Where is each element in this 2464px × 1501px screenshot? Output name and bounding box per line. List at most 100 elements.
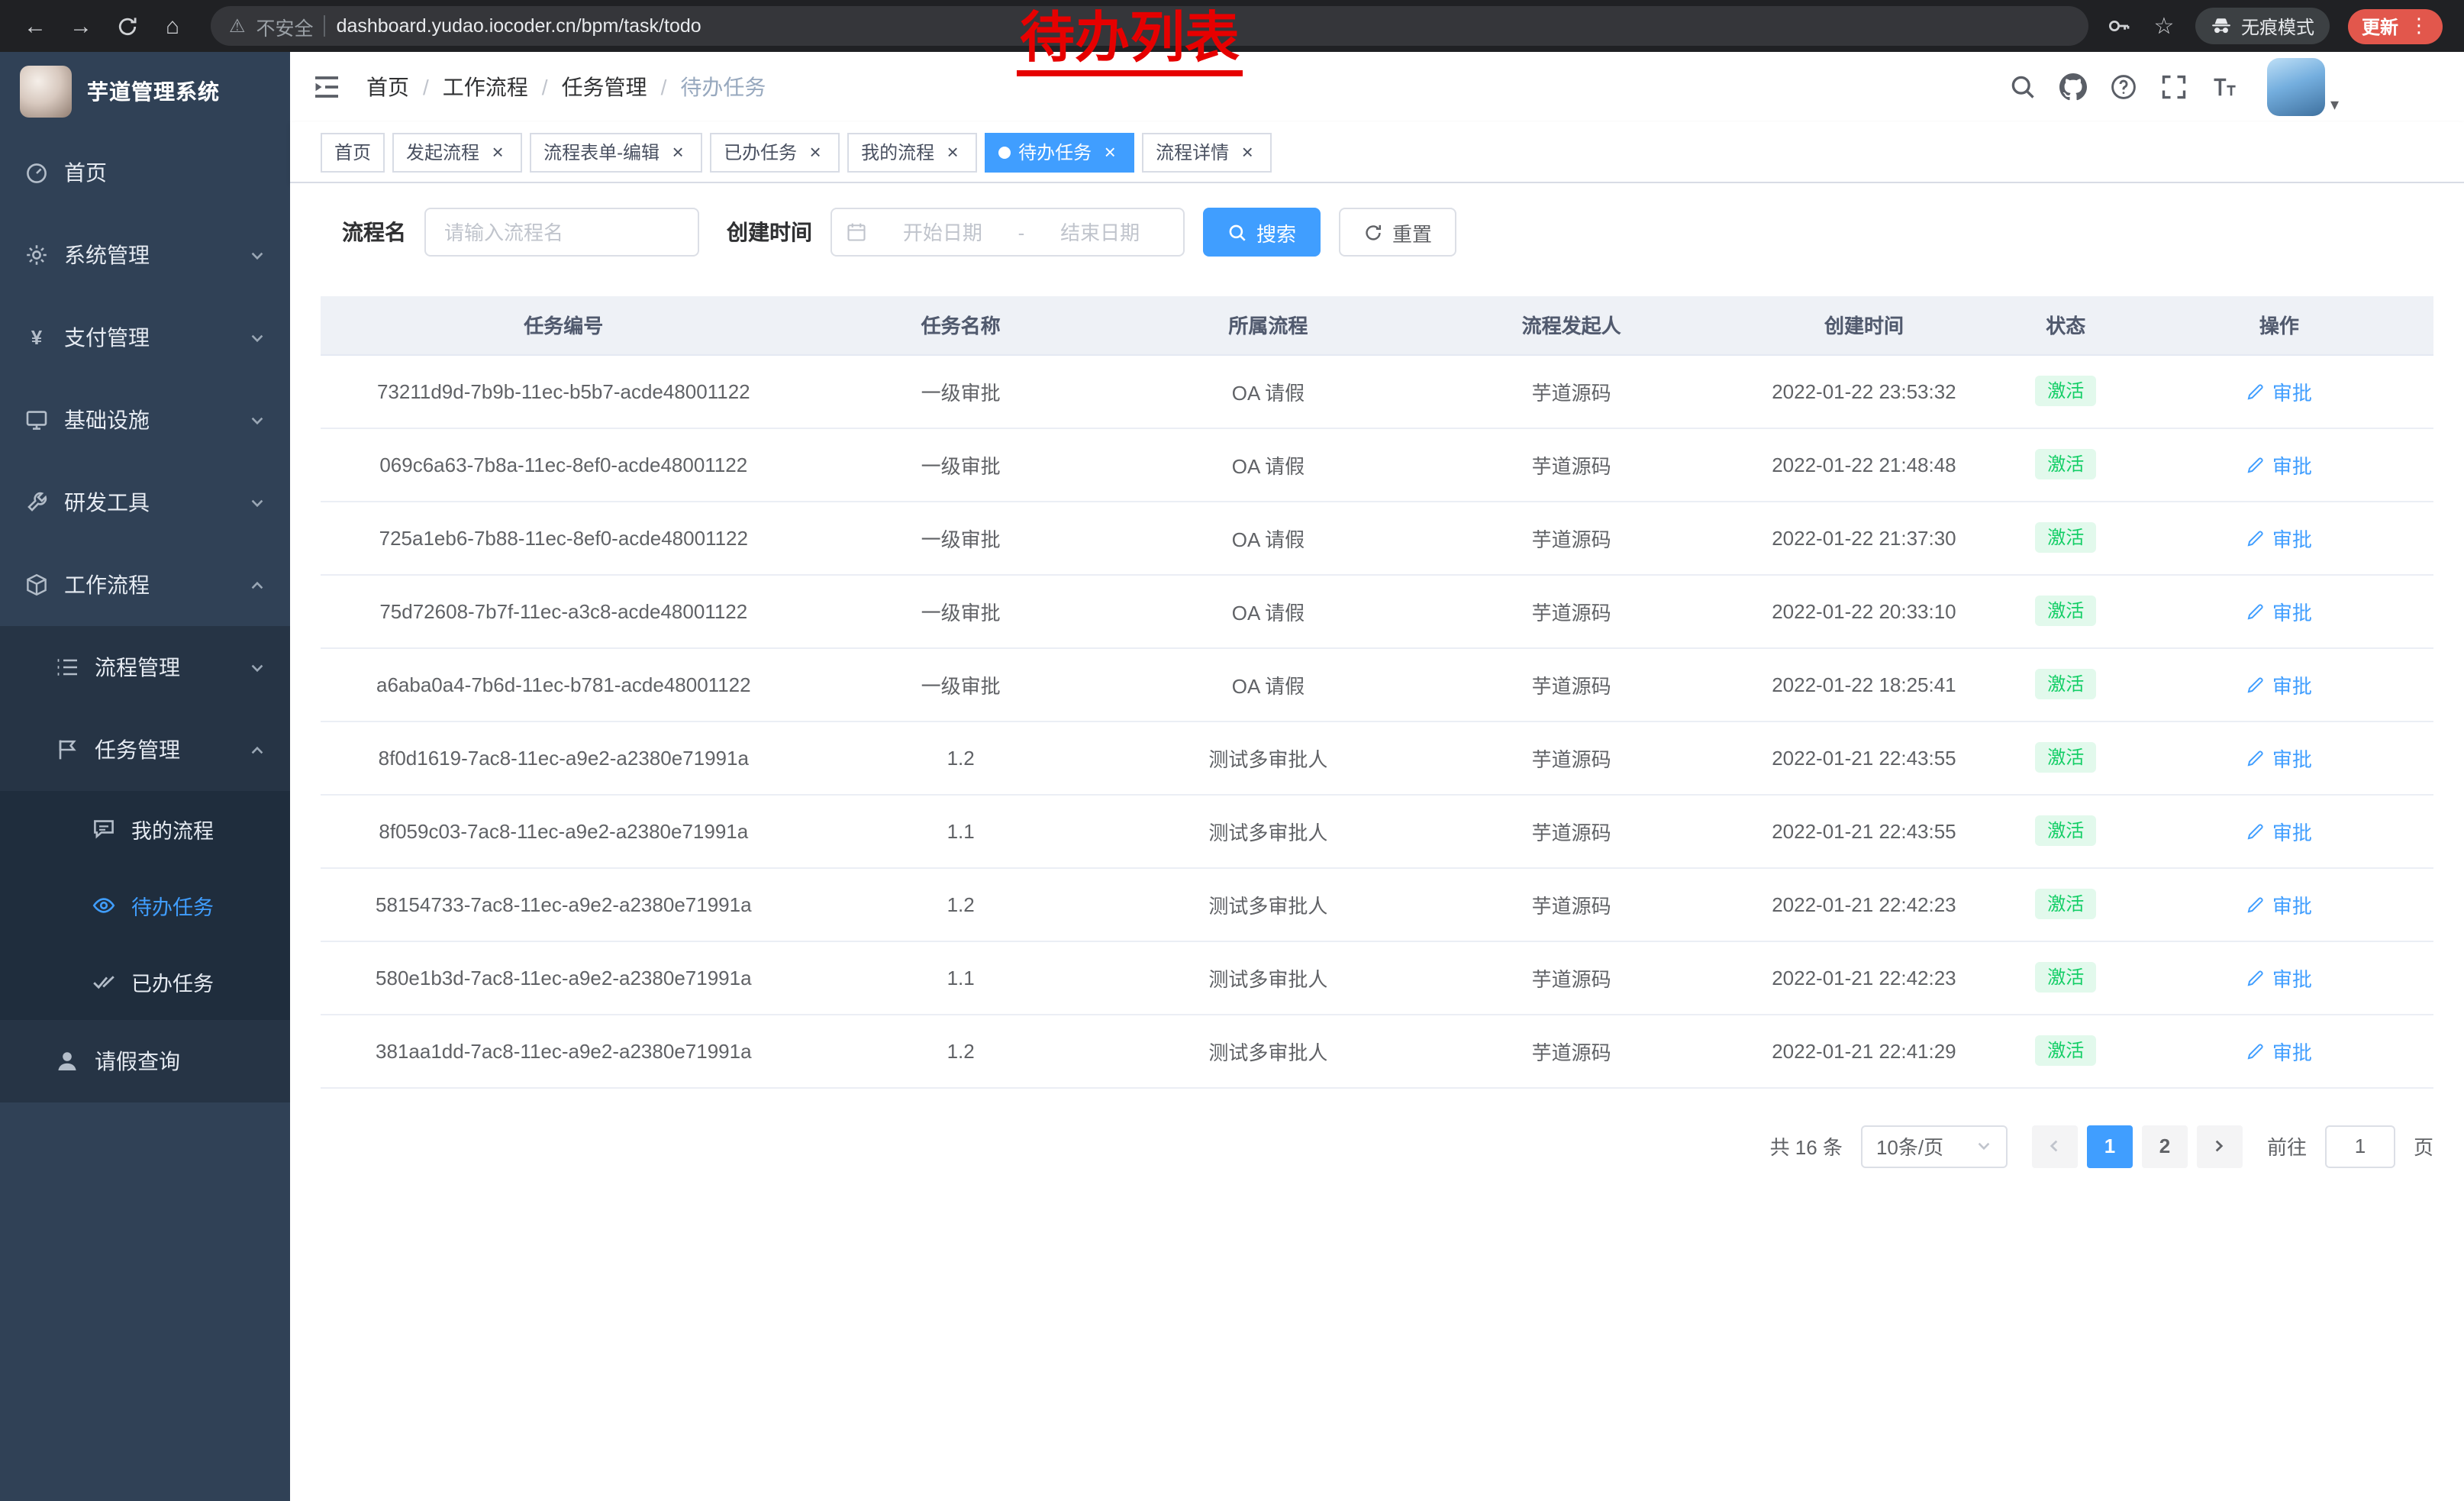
reset-button[interactable]: 重置	[1339, 208, 1456, 257]
goto-page-input[interactable]	[2325, 1125, 2395, 1167]
page-button-2[interactable]: 2	[2142, 1125, 2188, 1167]
sidebar-item-home[interactable]: 首页	[0, 131, 290, 214]
sidebar-item-payment-manage[interactable]: ¥支付管理	[0, 296, 290, 379]
sidebar-item-done-tasks[interactable]: 已办任务	[0, 944, 290, 1020]
page-size-select[interactable]: 10条/页	[1861, 1125, 2008, 1167]
breadcrumb-item[interactable]: 任务管理	[562, 72, 647, 102]
tab-process-form-edit[interactable]: 流程表单-编辑×	[530, 132, 702, 172]
approve-link[interactable]: 审批	[2246, 523, 2312, 552]
tab-close-icon[interactable]: ×	[805, 141, 826, 163]
sidebar-item-label: 请假查询	[95, 1046, 180, 1077]
task-name: 1.1	[807, 941, 1115, 1014]
prev-page-button[interactable]	[2032, 1125, 2078, 1167]
tab-done-tasks[interactable]: 已办任务×	[710, 132, 840, 172]
approve-label: 审批	[2272, 816, 2312, 845]
bookmark-star-icon[interactable]: ☆	[2151, 13, 2177, 39]
search-icon[interactable]	[2010, 73, 2037, 101]
browser-update-button[interactable]: 更新 ⋮	[2348, 8, 2443, 44]
process-name: 测试多审批人	[1115, 941, 1421, 1014]
process-name-input[interactable]	[424, 208, 699, 257]
sidebar-toggle-icon[interactable]	[311, 72, 342, 102]
approve-link[interactable]: 审批	[2246, 376, 2312, 405]
help-icon[interactable]	[2111, 73, 2138, 101]
update-label: 更新	[2362, 13, 2398, 39]
task-name: 一级审批	[807, 647, 1115, 721]
breadcrumb-item[interactable]: 工作流程	[443, 72, 528, 102]
sidebar-item-system-manage[interactable]: 系统管理	[0, 214, 290, 296]
task-name: 一级审批	[807, 354, 1115, 428]
task-name: 一级审批	[807, 428, 1115, 501]
tab-close-icon[interactable]: ×	[1237, 141, 1258, 163]
edit-icon	[2246, 894, 2266, 914]
chevron-down-icon	[1975, 1138, 1992, 1154]
tab-initiate-process[interactable]: 发起流程×	[392, 132, 522, 172]
approve-label: 审批	[2272, 889, 2312, 918]
approve-link[interactable]: 审批	[2246, 596, 2312, 625]
next-page-button[interactable]	[2197, 1125, 2243, 1167]
action-cell: 审批	[2125, 867, 2433, 941]
sidebar-item-my-process[interactable]: 我的流程	[0, 791, 290, 867]
tab-process-detail[interactable]: 流程详情 ×	[1142, 132, 1272, 172]
edit-icon	[2246, 747, 2266, 767]
breadcrumb-item[interactable]: 首页	[366, 72, 409, 102]
sidebar-item-label: 工作流程	[64, 570, 150, 600]
tab-close-icon[interactable]: ×	[942, 141, 963, 163]
status-badge: 激活	[2035, 889, 2096, 919]
sidebar-item-workflow[interactable]: 工作流程	[0, 544, 290, 626]
approve-link[interactable]: 审批	[2246, 450, 2312, 479]
approve-link[interactable]: 审批	[2246, 816, 2312, 845]
password-key-icon[interactable]	[2107, 13, 2133, 39]
search-button[interactable]: 搜索	[1203, 208, 1321, 257]
browser-home-icon[interactable]: ⌂	[153, 6, 192, 46]
sidebar-item-todo-tasks[interactable]: 待办任务	[0, 867, 290, 944]
sidebar-item-infrastructure[interactable]: 基础设施	[0, 379, 290, 461]
task-id: 580e1b3d-7ac8-11ec-a9e2-a2380e71991a	[321, 941, 807, 1014]
tab-close-icon[interactable]: ×	[487, 141, 508, 163]
tab-todo-tasks[interactable]: 待办任务×	[985, 132, 1134, 172]
process-initiator: 芋道源码	[1421, 574, 1721, 647]
approve-link[interactable]: 审批	[2246, 963, 2312, 992]
start-date-input[interactable]	[873, 221, 1012, 244]
tab-label: 流程详情	[1156, 139, 1229, 165]
fullscreen-icon[interactable]	[2161, 73, 2188, 101]
tab-home[interactable]: 首页	[321, 132, 385, 172]
edit-icon	[2246, 821, 2266, 841]
date-range-picker[interactable]: -	[830, 208, 1185, 257]
sidebar-item-dev-tools[interactable]: 研发工具	[0, 461, 290, 544]
tab-close-icon[interactable]: ×	[1099, 141, 1121, 163]
tab-my-process[interactable]: 我的流程×	[847, 132, 977, 172]
table-row: 725a1eb6-7b88-11ec-8ef0-acde48001122一级审批…	[321, 501, 2433, 574]
user-avatar[interactable]: ▾	[2268, 58, 2339, 116]
process-initiator: 芋道源码	[1421, 867, 1721, 941]
created-time: 2022-01-21 22:43:55	[1721, 794, 2007, 867]
status-cell: 激活	[2007, 428, 2125, 501]
approve-link[interactable]: 审批	[2246, 889, 2312, 918]
table-row: 58154733-7ac8-11ec-a9e2-a2380e71991a1.2测…	[321, 867, 2433, 941]
task-id: 381aa1dd-7ac8-11ec-a9e2-a2380e71991a	[321, 1014, 807, 1087]
approve-link[interactable]: 审批	[2246, 670, 2312, 699]
github-icon[interactable]	[2060, 73, 2088, 101]
app-title: 芋道管理系统	[87, 76, 220, 107]
process-initiator: 芋道源码	[1421, 941, 1721, 1014]
tab-close-icon[interactable]: ×	[667, 141, 689, 163]
approve-link[interactable]: 审批	[2246, 1036, 2312, 1065]
approve-label: 审批	[2272, 523, 2312, 552]
page-button-1[interactable]: 1	[2087, 1125, 2133, 1167]
sidebar-item-leave-query[interactable]: 请假查询	[0, 1020, 290, 1102]
app-logo[interactable]: 芋道管理系统	[0, 52, 290, 131]
browser-menu-icon[interactable]: ⋮	[2409, 14, 2429, 38]
sidebar-item-task-manage[interactable]: 任务管理	[0, 709, 290, 791]
sidebar-item-label: 研发工具	[64, 487, 150, 518]
font-size-icon[interactable]	[2211, 73, 2239, 101]
dashboard-icon	[24, 160, 49, 185]
browser-refresh-icon[interactable]	[107, 6, 147, 46]
status-cell: 激活	[2007, 574, 2125, 647]
sidebar-item-process-manage[interactable]: 流程管理	[0, 626, 290, 709]
pagination: 共 16 条 10条/页 12 前往 页	[321, 1125, 2433, 1167]
end-date-input[interactable]	[1030, 221, 1169, 244]
approve-link[interactable]: 审批	[2246, 743, 2312, 772]
process-initiator: 芋道源码	[1421, 794, 1721, 867]
browser-forward-icon[interactable]: →	[61, 6, 101, 46]
browser-back-icon[interactable]: ←	[15, 6, 55, 46]
action-cell: 审批	[2125, 574, 2433, 647]
